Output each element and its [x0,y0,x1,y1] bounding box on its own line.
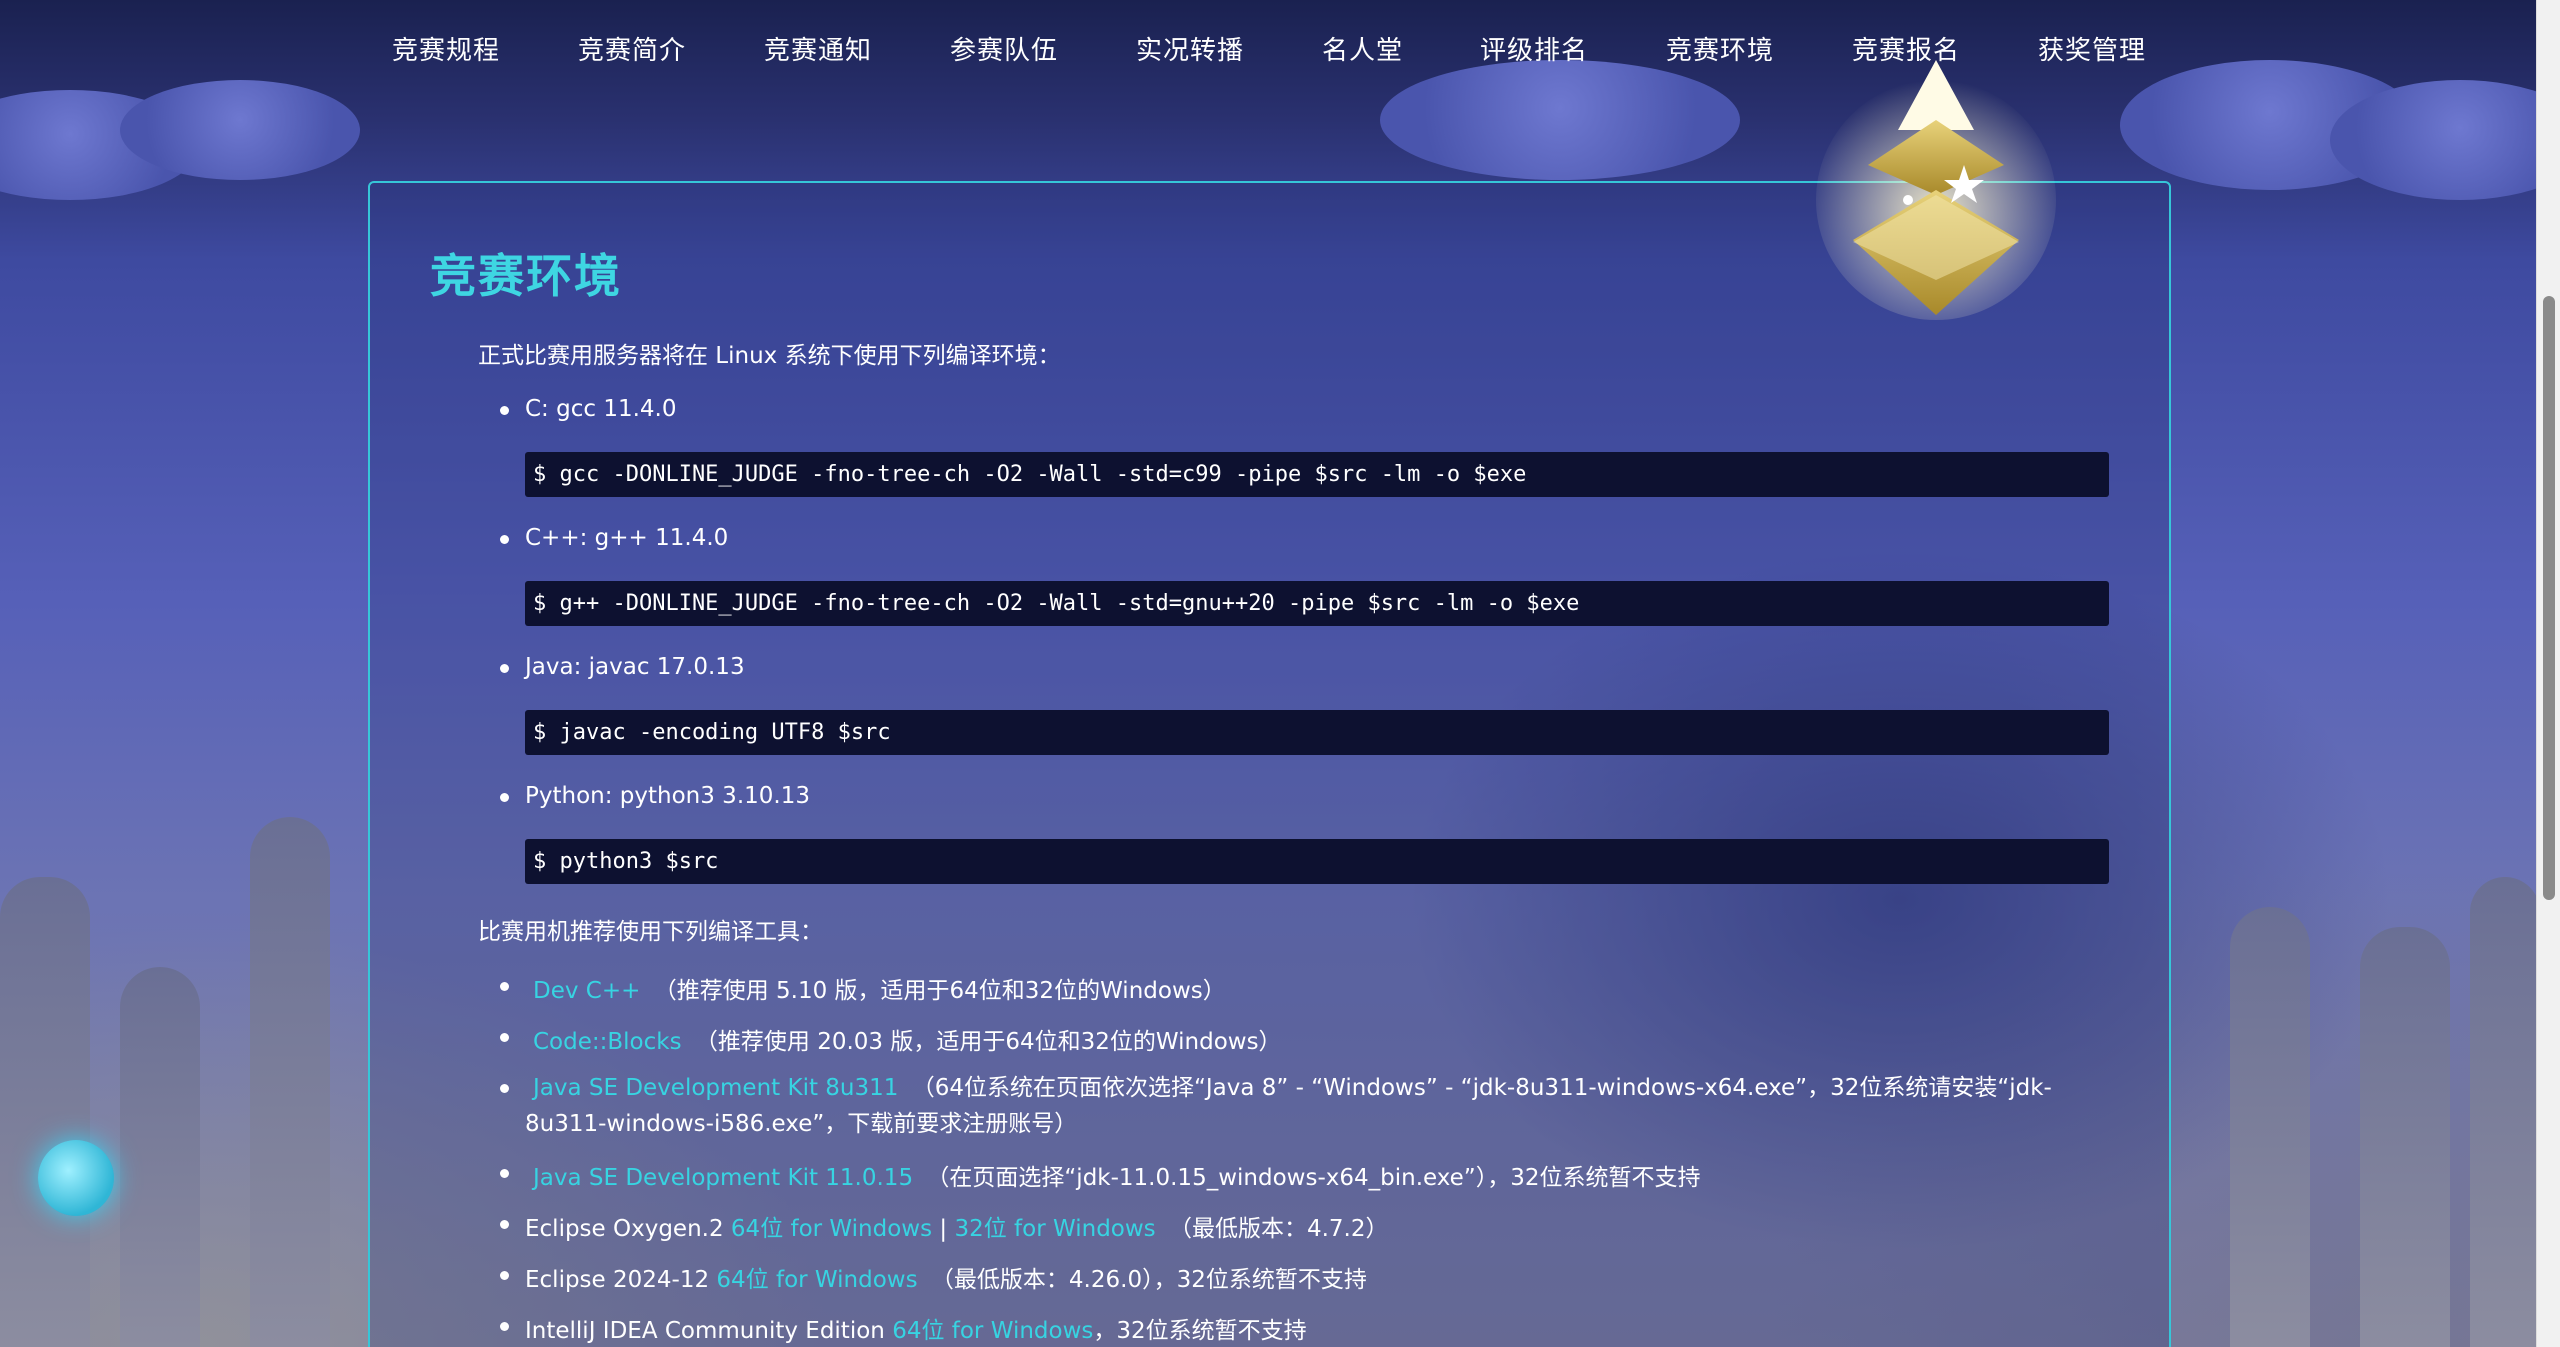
bullet [500,1084,509,1093]
tool-item: Dev C++ （推荐使用 5.10 版，适用于64位和32位的Windows） [525,971,1226,1005]
code-block-c: $ gcc -DONLINE_JUDGE -fno-tree-ch -O2 -W… [525,452,2109,497]
tool-item: Eclipse 2024-12 64位 for Windows （最低版本：4.… [525,1260,1367,1294]
tool-item: Code::Blocks （推荐使用 20.03 版，适用于64位和32位的Wi… [525,1022,1282,1056]
nav-item-ranking[interactable]: 评级排名 [1480,30,1588,67]
compiler-cpp-label: C++: g++ 11.4.0 [525,525,729,551]
nav-item-rules[interactable]: 竞赛规程 [392,30,500,67]
tools-intro-text: 比赛用机推荐使用下列编译工具： [478,919,823,945]
tool-link-codeblocks[interactable]: Code::Blocks [533,1029,682,1055]
tool-desc: ，32位系统暂不支持 [1093,1318,1307,1344]
bullet [500,664,509,673]
drip-decoration [2360,927,2450,1347]
bullet [500,1033,509,1042]
tool-prefix: IntelliJ IDEA Community Edition [525,1318,893,1344]
drip-decoration [2470,877,2540,1347]
tool-prefix: Eclipse 2024-12 [525,1267,717,1293]
tool-link-eclipse-2024[interactable]: 64位 for Windows [716,1267,917,1293]
nav-item-teams[interactable]: 参赛队伍 [950,30,1058,67]
tool-link-devcpp[interactable]: Dev C++ [533,978,640,1004]
tool-item: IntelliJ IDEA Community Edition 64位 for … [525,1311,1307,1345]
code-block-cpp: $ g++ -DONLINE_JUDGE -fno-tree-ch -O2 -W… [525,581,2109,626]
drip-decoration [2230,907,2310,1347]
nav-item-hall-of-fame[interactable]: 名人堂 [1322,30,1403,67]
bullet [500,982,509,991]
bullet [500,1220,509,1229]
compiler-java-label: Java: javac 17.0.13 [525,654,745,680]
page-title: 竞赛环境 [430,249,622,303]
bullet [500,406,509,415]
compiler-python-label: Python: python3 3.10.13 [525,783,810,809]
glow-orb-decoration [38,1140,114,1216]
nav-item-environment[interactable]: 竞赛环境 [1666,10,1774,100]
tool-desc: （推荐使用 20.03 版，适用于64位和32位的Windows） [694,1029,1282,1055]
nav-item-intro[interactable]: 竞赛简介 [578,30,686,67]
bullet [500,535,509,544]
tool-link-eclipse-oxygen-32[interactable]: 32位 for Windows [954,1216,1155,1242]
bullet [500,793,509,802]
compiler-c-label: C: gcc 11.4.0 [525,396,677,422]
tool-desc: （在页面选择“jdk-11.0.15_windows-x64_bin.exe”）… [926,1165,1701,1191]
nav-item-live[interactable]: 实况转播 [1136,30,1244,67]
tool-desc: （最低版本：4.7.2） [1168,1216,1389,1242]
tool-link-eclipse-oxygen-64[interactable]: 64位 for Windows [731,1216,932,1242]
tool-separator: | [932,1216,955,1242]
intro-text: 正式比赛用服务器将在 Linux 系统下使用下列编译环境： [478,343,1061,369]
nav-item-notices[interactable]: 竞赛通知 [764,30,872,67]
drip-decoration [0,877,90,1347]
tool-desc: （最低版本：4.26.0），32位系统暂不支持 [930,1267,1367,1293]
drip-decoration [120,967,200,1347]
tool-prefix: Eclipse Oxygen.2 [525,1216,731,1242]
gold-pyramid-star-badge-icon [1816,60,2056,320]
bullet [500,1169,509,1178]
tool-link-jdk11[interactable]: Java SE Development Kit 11.0.15 [533,1165,913,1191]
tool-link-jdk8[interactable]: Java SE Development Kit 8u311 [533,1075,898,1101]
code-block-python: $ python3 $src [525,839,2109,884]
tool-desc: （推荐使用 5.10 版，适用于64位和32位的Windows） [653,978,1226,1004]
tool-item: Eclipse Oxygen.2 64位 for Windows | 32位 f… [525,1209,1389,1243]
bullet [500,1322,509,1331]
tool-link-intellij[interactable]: 64位 for Windows [892,1318,1093,1344]
tool-item: Java SE Development Kit 11.0.15 （在页面选择“j… [525,1158,1700,1192]
drip-decoration [250,817,330,1347]
bullet [500,1271,509,1280]
scrollbar-thumb[interactable] [2543,296,2555,900]
vertical-scrollbar[interactable] [2536,0,2560,1347]
tool-item: Java SE Development Kit 8u311 （64位系统在页面依… [525,1070,2065,1142]
code-block-java: $ javac -encoding UTF8 $src [525,710,2109,755]
top-navigation: 竞赛规程 竞赛简介 竞赛通知 参赛队伍 实况转播 名人堂 评级排名 竞赛环境 竞… [0,0,2536,100]
